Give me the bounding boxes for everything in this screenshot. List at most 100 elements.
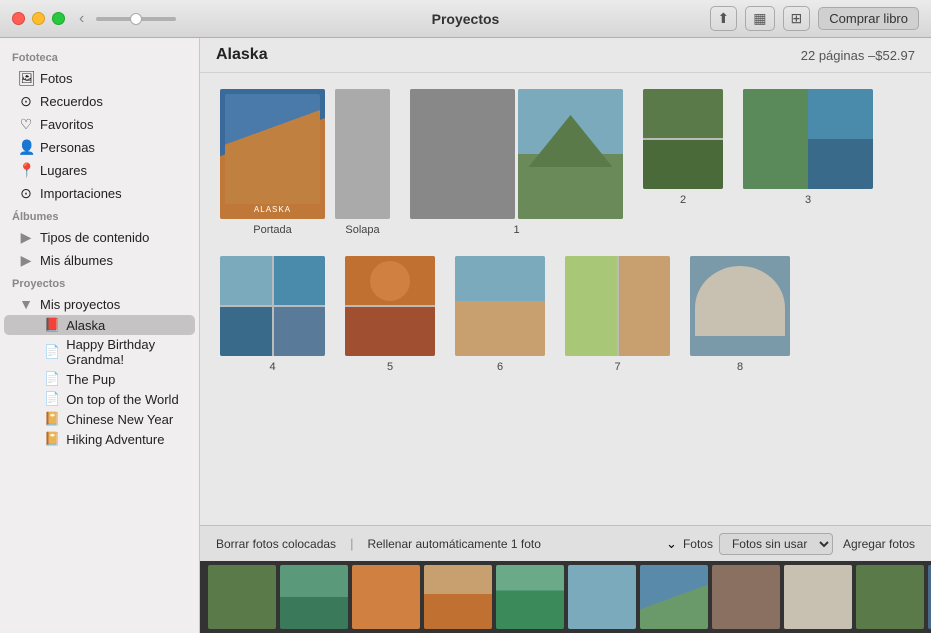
page-thumb-5[interactable] — [345, 256, 435, 356]
memories-icon: ⊙ — [18, 93, 34, 110]
project-item-chinese[interactable]: 📔 Chinese New Year — [4, 409, 195, 429]
bottom-toolbar: Borrar fotos colocadas | Rellenar automá… — [200, 525, 931, 561]
page-label-solapa: Solapa — [345, 224, 379, 236]
film-thumb-10[interactable] — [856, 565, 924, 629]
project-info: 22 páginas –$52.97 — [801, 48, 915, 63]
film-thumb-2[interactable] — [280, 565, 348, 629]
sidebar: Fototeca 🖼 Fotos ⊙ Recuerdos ♡ Favoritos… — [0, 38, 200, 633]
sidebar-item-mis-proyectos[interactable]: ▼ Mis proyectos — [4, 293, 195, 315]
page-thumb-8[interactable] — [690, 256, 790, 356]
sidebar-item-personas[interactable]: 👤 Personas — [4, 136, 195, 159]
page-thumb-1[interactable] — [518, 89, 623, 219]
zoom-slider[interactable] — [96, 17, 176, 21]
layout-icon-button[interactable]: ▦ — [745, 6, 774, 31]
proyectos-disclosure-icon: ▼ — [18, 296, 34, 312]
page-label-3: 3 — [805, 194, 811, 206]
page-cell-blank[interactable] — [410, 89, 515, 219]
page-cell-5[interactable]: 5 — [345, 256, 435, 373]
page-cell-3[interactable]: 3 — [743, 89, 873, 206]
sidebar-item-fotos[interactable]: 🖼 Fotos — [4, 67, 195, 90]
page-cell-2a[interactable] — [643, 89, 723, 189]
page-label-2: 2 — [680, 194, 686, 206]
library-header: Fototeca — [0, 46, 199, 67]
page-thumb-blank[interactable] — [410, 89, 515, 219]
sidebar-item-lugares[interactable]: 📍 Lugares — [4, 159, 195, 182]
film-thumb-9[interactable] — [784, 565, 852, 629]
film-thumb-3[interactable] — [352, 565, 420, 629]
minimize-button[interactable] — [32, 12, 45, 25]
film-thumb-4[interactable] — [424, 565, 492, 629]
sidebar-item-fotos-label: Fotos — [40, 71, 73, 86]
page-cell-6[interactable]: 6 — [455, 256, 545, 373]
project-item-pup[interactable]: 📄 The Pup — [4, 369, 195, 389]
photos-filter-dropdown[interactable]: Fotos sin usar — [719, 533, 833, 555]
sidebar-item-recuerdos[interactable]: ⊙ Recuerdos — [4, 90, 195, 113]
sidebar-item-favoritos[interactable]: ♡ Favoritos — [4, 113, 195, 136]
sidebar-item-recuerdos-label: Recuerdos — [40, 94, 103, 109]
autofill-button[interactable]: Rellenar automáticamente 1 foto — [363, 535, 544, 553]
page-thumb-4[interactable] — [220, 256, 325, 356]
places-icon: 📍 — [18, 162, 34, 179]
add-photos-button[interactable]: Agregar fotos — [839, 535, 919, 553]
film-thumb-8[interactable] — [712, 565, 780, 629]
project-item-ontop[interactable]: 📄 On top of the World — [4, 389, 195, 409]
photos-icon: 🖼 — [18, 70, 34, 87]
clear-photos-button[interactable]: Borrar fotos colocadas — [212, 535, 340, 553]
sidebar-item-personas-label: Personas — [40, 140, 95, 155]
page-group-6: 6 — [455, 256, 545, 373]
sidebar-item-importaciones[interactable]: ⊙ Importaciones — [4, 182, 195, 205]
maximize-button[interactable] — [52, 12, 65, 25]
page-cell-1[interactable] — [518, 89, 623, 219]
sidebar-item-tipos-label: Tipos de contenido — [40, 230, 149, 245]
sidebar-item-mis-albumes[interactable]: ▶ Mis álbumes — [4, 249, 195, 272]
pup-icon: 📄 — [44, 371, 60, 387]
page-thumb-7[interactable] — [565, 256, 670, 356]
page-thumb-6[interactable] — [455, 256, 545, 356]
sidebar-item-mis-proyectos-label: Mis proyectos — [40, 297, 120, 312]
page-label-7: 7 — [614, 361, 620, 373]
page-thumb-2a[interactable] — [643, 89, 723, 189]
project-title: Alaska — [216, 46, 268, 64]
back-button[interactable]: ‹ — [75, 10, 88, 28]
share-icon-button[interactable]: ⬆ — [710, 6, 738, 31]
imports-icon: ⊙ — [18, 185, 34, 202]
page-cell-4[interactable]: 4 — [220, 256, 325, 373]
sidebar-item-tipos[interactable]: ▶ Tipos de contenido — [4, 226, 195, 249]
page-group-4: 4 — [220, 256, 325, 373]
film-thumb-6[interactable] — [568, 565, 636, 629]
spread-2 — [643, 89, 723, 189]
page-group-3: 3 — [743, 89, 873, 236]
page-cell-portada[interactable]: ALASKA Portada — [220, 89, 325, 236]
film-thumb-5[interactable] — [496, 565, 564, 629]
page-group-1: 1 — [410, 89, 623, 236]
page-cell-solapa[interactable]: Solapa — [335, 89, 390, 236]
sidebar-item-mis-albumes-label: Mis álbumes — [40, 253, 113, 268]
close-button[interactable] — [12, 12, 25, 25]
page-label-5: 5 — [387, 361, 393, 373]
grid-icon-button[interactable]: ⊞ — [783, 6, 811, 31]
project-header: Alaska 22 páginas –$52.97 — [200, 38, 931, 73]
film-thumb-1[interactable] — [208, 565, 276, 629]
page-thumb-portada[interactable]: ALASKA — [220, 89, 325, 219]
project-item-birthday[interactable]: 📄 Happy Birthday Grandma! — [4, 335, 195, 369]
page-thumb-solapa[interactable] — [335, 89, 390, 219]
main-panel: Alaska 22 páginas –$52.97 ALASKA — [200, 38, 931, 633]
sidebar-item-importaciones-label: Importaciones — [40, 186, 122, 201]
page-thumb-3[interactable] — [743, 89, 873, 189]
project-item-ontop-label: On top of the World — [66, 392, 179, 407]
pages-grid: ALASKA Portada Solapa — [200, 73, 931, 525]
page-label-4: 4 — [269, 361, 275, 373]
project-item-alaska[interactable]: 📕 Alaska — [4, 315, 195, 335]
page-group-7: 7 — [565, 256, 670, 373]
film-thumb-7[interactable] — [640, 565, 708, 629]
page-cell-7[interactable]: 7 — [565, 256, 670, 373]
chevron-down-icon: ⌄ — [666, 536, 677, 552]
page-cell-8[interactable]: 8 — [690, 256, 790, 373]
buy-book-button[interactable]: Comprar libro — [818, 7, 919, 30]
project-item-hiking[interactable]: 📔 Hiking Adventure — [4, 429, 195, 449]
window-controls — [12, 12, 65, 25]
page-group-5: 5 — [345, 256, 435, 373]
toolbar-right: ⬆ ▦ ⊞ Comprar libro — [710, 6, 919, 31]
albums-header: Álbumes — [0, 205, 199, 226]
sidebar-item-lugares-label: Lugares — [40, 163, 87, 178]
